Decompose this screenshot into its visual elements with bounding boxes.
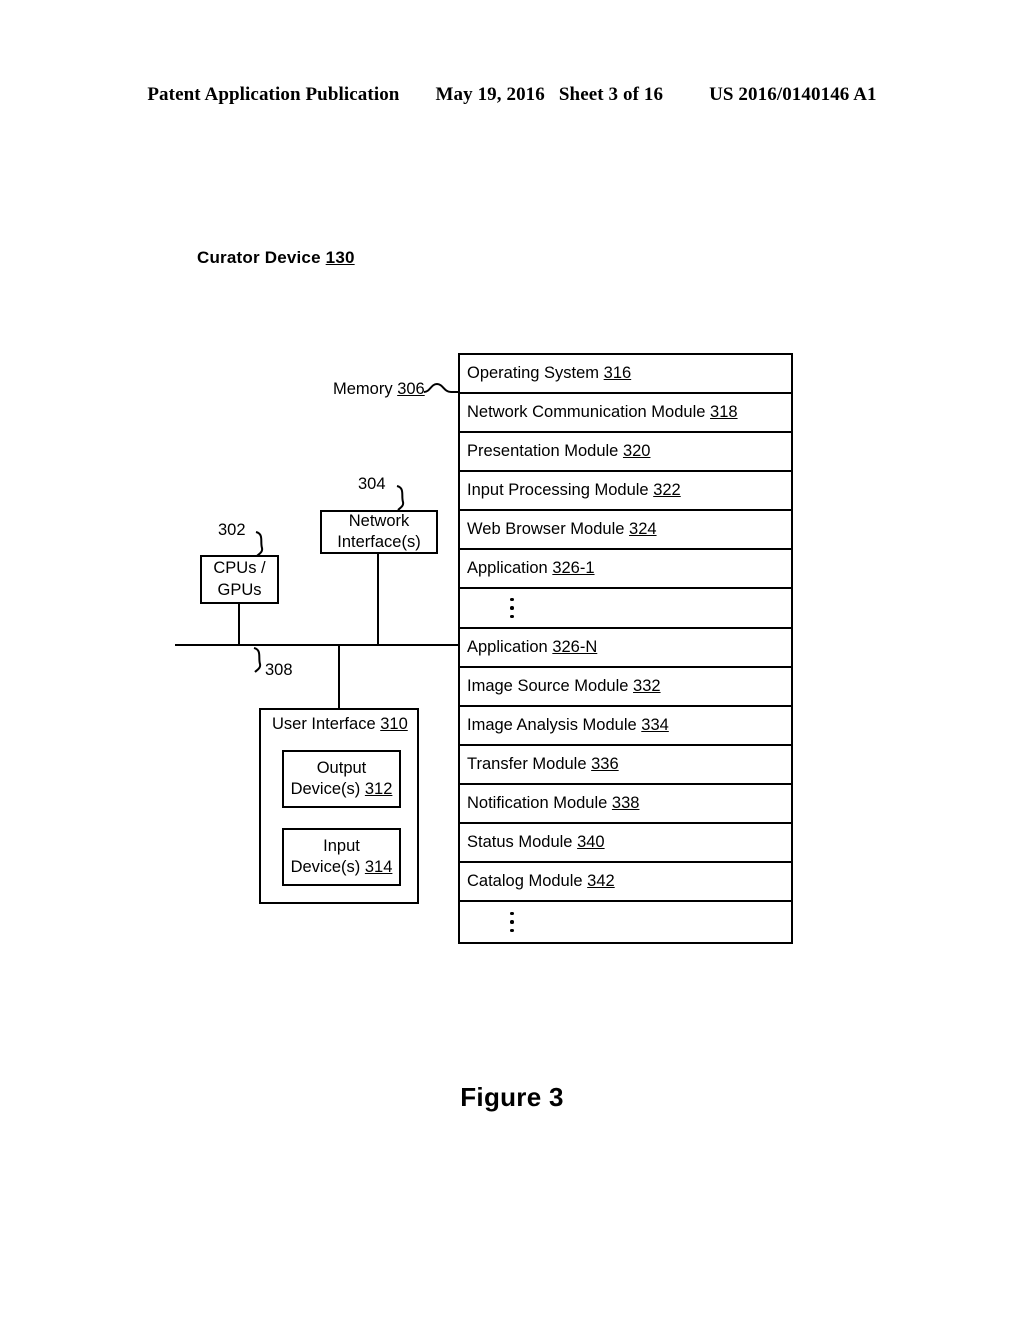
- memory-row-label: Web Browser Module: [467, 520, 625, 538]
- input-devices-line2: Device(s) 314: [290, 858, 393, 876]
- page-header: Patent Application Publication May 19, 2…: [0, 84, 1024, 106]
- memory-row[interactable]: Application 326-1: [460, 550, 791, 589]
- memory-row[interactable]: Input Processing Module 322: [460, 472, 791, 511]
- cpu-gpu-block[interactable]: CPUs / GPUs: [200, 555, 279, 604]
- network-block-ref: 304: [358, 475, 386, 493]
- user-interface-label: User Interface: [272, 715, 376, 733]
- output-devices-line2: Device(s) 312: [290, 780, 393, 798]
- figure-title-ref: 130: [325, 248, 355, 267]
- memory-row-ref: 324: [629, 520, 657, 538]
- network-bus-connector: [377, 553, 379, 645]
- memory-row-ellipsis: [460, 902, 791, 942]
- memory-row[interactable]: Network Communication Module 318: [460, 394, 791, 433]
- header-date: May 19, 2016: [435, 84, 545, 105]
- memory-row[interactable]: Presentation Module 320: [460, 433, 791, 472]
- network-block-line2: Interface(s): [337, 533, 421, 551]
- header-patent-number: US 2016/0140146 A1: [709, 84, 877, 105]
- memory-row-ref: 340: [577, 833, 605, 851]
- header-publication: Patent Application Publication: [147, 84, 400, 105]
- memory-row-label: Network Communication Module: [467, 403, 706, 421]
- input-devices-line1: Input: [323, 836, 360, 855]
- memory-row-label: Transfer Module: [467, 755, 587, 773]
- memory-row[interactable]: Image Analysis Module 334: [460, 707, 791, 746]
- memory-row-label: Application: [467, 638, 548, 656]
- memory-label-text: Memory: [333, 380, 393, 398]
- memory-row-ellipsis: [460, 589, 791, 629]
- memory-row-label: Catalog Module: [467, 872, 583, 890]
- memory-row-label: Presentation Module: [467, 442, 619, 460]
- output-devices-line1: Output: [316, 758, 367, 777]
- memory-label-ref: 306: [397, 380, 425, 398]
- input-devices-block[interactable]: Input Device(s) 314: [282, 828, 401, 886]
- figure-title: Curator Device 130: [197, 248, 355, 268]
- memory-row-ref: 336: [591, 755, 619, 773]
- memory-row-ref: 320: [622, 442, 651, 460]
- memory-row[interactable]: Web Browser Module 324: [460, 511, 791, 550]
- memory-row[interactable]: Notification Module 338: [460, 785, 791, 824]
- bus-ref: 308: [265, 661, 293, 679]
- memory-row-ref: 332: [633, 677, 661, 695]
- figure-caption: Figure 3: [460, 1082, 564, 1112]
- memory-row-label: Image Source Module: [467, 677, 629, 695]
- memory-row-ref: 338: [611, 794, 640, 812]
- output-devices-block[interactable]: Output Device(s) 312: [282, 750, 401, 808]
- cpu-bus-connector: [238, 604, 240, 645]
- network-interface-block[interactable]: Network Interface(s): [320, 510, 438, 554]
- memory-label: Memory 306: [333, 380, 425, 399]
- memory-row-label: Operating System: [467, 364, 600, 382]
- memory-row[interactable]: Operating System 316: [460, 355, 791, 394]
- user-interface-block[interactable]: User Interface 310 Output Device(s) 312 …: [259, 708, 419, 904]
- input-devices-ref: 314: [364, 858, 393, 876]
- memory-row-label: Image Analysis Module: [467, 716, 637, 734]
- memory-row[interactable]: Status Module 340: [460, 824, 791, 863]
- memory-row-label: Notification Module: [467, 794, 608, 812]
- memory-row[interactable]: Catalog Module 342: [460, 863, 791, 902]
- header-sheet: Sheet 3 of 16: [558, 84, 664, 105]
- user-interface-bus-connector: [338, 645, 340, 709]
- memory-row-label: Status Module: [467, 833, 573, 851]
- memory-row-ref: 334: [641, 716, 669, 734]
- memory-row-label: Application: [467, 559, 548, 577]
- user-interface-title: User Interface 310: [272, 715, 408, 734]
- cpu-block-line2: GPUs: [217, 580, 262, 599]
- memory-row[interactable]: Application 326-N: [460, 629, 791, 668]
- memory-row-ref: 326-1: [552, 559, 595, 577]
- system-bus-line: [175, 644, 458, 646]
- memory-row-ref: 326-N: [552, 638, 598, 656]
- figure-title-label: Curator Device: [197, 248, 321, 267]
- vertical-ellipsis-icon: [510, 589, 514, 627]
- network-block-line1: Network: [348, 511, 410, 530]
- memory-row-label: Input Processing Module: [467, 481, 649, 499]
- cpu-block-ref: 302: [218, 521, 246, 539]
- cpu-block-line1: CPUs /: [213, 559, 266, 578]
- memory-row-ref: 322: [653, 481, 681, 499]
- memory-row-ref: 318: [710, 403, 738, 421]
- vertical-ellipsis-icon: [510, 902, 514, 942]
- output-devices-ref: 312: [364, 780, 393, 798]
- user-interface-ref: 310: [380, 715, 408, 733]
- memory-module-list: Operating System 316 Network Communicati…: [458, 353, 793, 944]
- memory-row[interactable]: Transfer Module 336: [460, 746, 791, 785]
- memory-row-ref: 316: [603, 364, 632, 382]
- memory-row-ref: 342: [587, 872, 615, 890]
- memory-row[interactable]: Image Source Module 332: [460, 668, 791, 707]
